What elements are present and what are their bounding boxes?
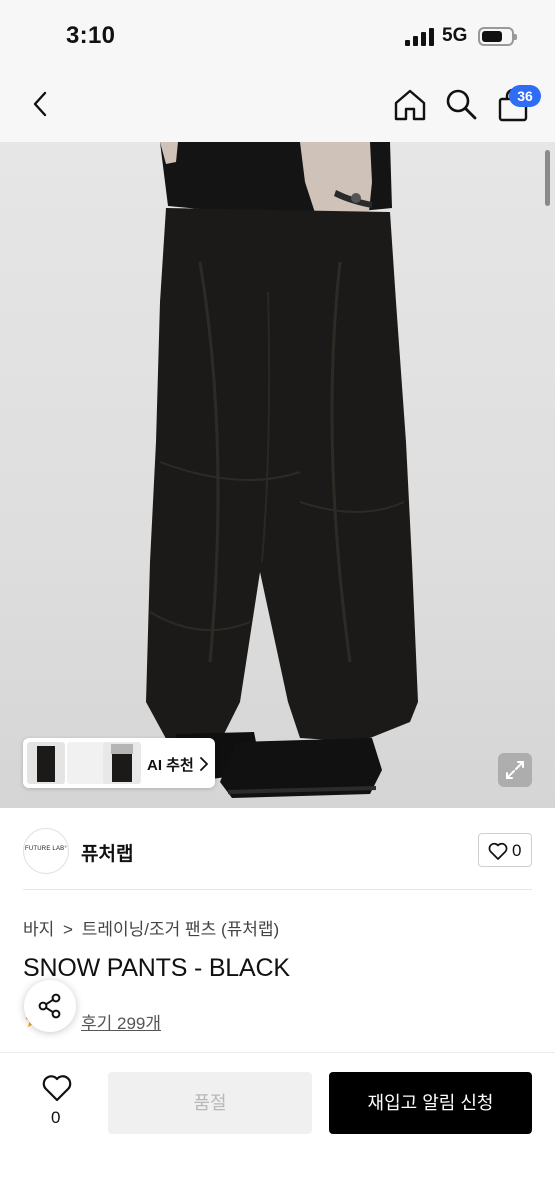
status-time: 3:10 [66, 22, 116, 49]
search-icon[interactable] [444, 87, 478, 121]
ai-recommend-chip[interactable]: AI 추천 [23, 738, 215, 788]
battery-icon [478, 27, 517, 46]
home-icon[interactable] [392, 87, 428, 123]
status-bar: 3:10 5G [0, 0, 555, 72]
image-scroll-indicator [545, 150, 550, 206]
heart-icon [488, 842, 508, 860]
brand-logo-text: FUTURE LAB° [25, 846, 67, 852]
restock-alert-button[interactable]: 재입고 알림 신청 [329, 1072, 532, 1134]
ai-thumbnail [103, 742, 141, 784]
signal-icon [405, 28, 435, 46]
cart-count-badge: 36 [509, 85, 541, 107]
expand-icon [506, 761, 524, 779]
share-button[interactable] [24, 980, 76, 1032]
breadcrumb-item[interactable]: 트레이닝/조거 팬츠 (퓨처랩) [82, 920, 280, 939]
review-link[interactable]: 후기 299개 [81, 1009, 161, 1034]
wish-count: 0 [51, 1108, 61, 1127]
brand-name[interactable]: 퓨처랩 [81, 839, 133, 866]
ai-thumbnail [27, 742, 65, 784]
product-photo [146, 142, 418, 798]
brand-logo[interactable]: FUTURE LAB° [23, 828, 69, 874]
expand-image-button[interactable] [498, 753, 532, 787]
back-icon[interactable] [26, 89, 56, 119]
network-type: 5G [442, 25, 468, 46]
ai-recommend-label: AI 추천 [147, 757, 194, 774]
heart-icon[interactable] [42, 1074, 72, 1102]
product-title: SNOW PANTS - BLACK [23, 954, 290, 982]
brand-like-button[interactable]: 0 [478, 833, 532, 867]
divider [23, 889, 532, 890]
chevron-right-icon [200, 757, 208, 771]
product-image[interactable] [0, 142, 555, 808]
brand-like-count: 0 [512, 841, 522, 860]
breadcrumb: 바지 > 트레이닝/조거 팬츠 (퓨처랩) [23, 915, 279, 940]
soldout-button[interactable]: 품절 [108, 1072, 312, 1134]
breadcrumb-separator: > [63, 920, 73, 939]
share-icon [38, 993, 61, 1019]
breadcrumb-item[interactable]: 바지 [23, 920, 54, 939]
top-nav: 36 [0, 72, 555, 142]
